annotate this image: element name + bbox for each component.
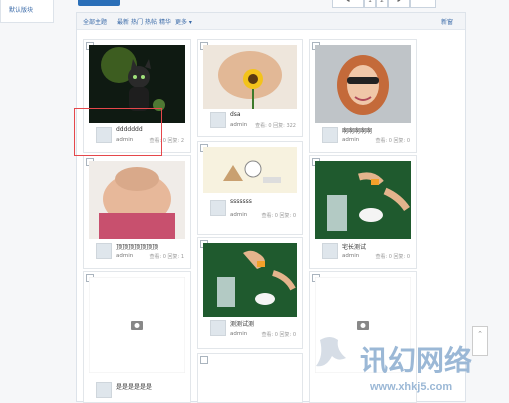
- pager-more[interactable]: [410, 0, 436, 8]
- sidebar-item-default-board[interactable]: 默认版块: [9, 5, 33, 14]
- pager-next[interactable]: ▸: [388, 0, 410, 8]
- thread-thumbnail[interactable]: [203, 147, 297, 193]
- new-window-toggle[interactable]: 新窗: [441, 17, 453, 26]
- image-placeholder: [89, 277, 185, 373]
- thread-title[interactable]: 是是是是是是: [116, 382, 152, 391]
- select-checkbox[interactable]: [200, 356, 208, 364]
- avatar[interactable]: [210, 200, 226, 216]
- thread-stats: 查看: 0 回复: 0: [375, 138, 411, 144]
- filter-essence[interactable]: 精华: [159, 17, 171, 26]
- thread-author[interactable]: admin: [230, 331, 247, 337]
- avatar[interactable]: [210, 320, 226, 336]
- filter-more[interactable]: 更多 ▾: [175, 17, 192, 26]
- thread-card[interactable]: sssssss admin 查看: 0 回复: 0: [197, 141, 303, 235]
- watermark-url: www.xhkj5.com: [369, 381, 452, 393]
- thread-title[interactable]: sssssss: [230, 198, 252, 205]
- thread-title[interactable]: 顶顶顶顶顶顶顶: [116, 242, 158, 251]
- thread-card[interactable]: 顶顶顶顶顶顶顶 admin 查看: 0 回复: 1: [83, 155, 191, 269]
- pager-1[interactable]: 1: [364, 0, 376, 8]
- filter-all[interactable]: 全部主题: [83, 17, 107, 26]
- thread-author[interactable]: admin: [342, 253, 359, 259]
- thread-card[interactable]: [197, 353, 303, 403]
- thread-thumbnail[interactable]: [203, 243, 297, 317]
- filter-bar: 全部主题 最新 热门 热帖 精华 更多 ▾ 新窗: [77, 13, 465, 30]
- thread-stats: 查看: 0 回复: 1: [149, 254, 185, 260]
- thread-thumbnail[interactable]: [315, 45, 411, 123]
- thread-thumbnail[interactable]: [203, 45, 297, 109]
- avatar[interactable]: [96, 243, 112, 259]
- watermark: 讯幻网络 www.xhkj5.com: [310, 330, 509, 400]
- thread-thumbnail[interactable]: [89, 161, 185, 239]
- avatar[interactable]: [96, 382, 112, 398]
- thread-stats: 查看: 0 回复: 0: [261, 213, 297, 219]
- thread-title[interactable]: 宅长测试: [342, 242, 366, 251]
- thread-card[interactable]: 是是是是是是: [83, 271, 191, 403]
- filter-hot[interactable]: 热门: [131, 17, 143, 26]
- thread-card[interactable]: 测测试测 admin 查看: 0 回复: 0: [197, 237, 303, 349]
- thread-stats: 查看: 0 回复: 0: [261, 332, 297, 338]
- thread-card[interactable]: dsa admin 查看: 0 回复: 322: [197, 39, 303, 137]
- watermark-text: 讯幻网络: [360, 344, 472, 376]
- highlight-box: [74, 108, 162, 156]
- thread-author[interactable]: admin: [230, 122, 247, 128]
- thread-stats: 查看: 0 回复: 322: [255, 123, 296, 129]
- thread-stats: 查看: 0 回复: 0: [375, 254, 411, 260]
- avatar[interactable]: [322, 127, 338, 143]
- thread-title[interactable]: dsa: [230, 111, 241, 118]
- filter-latest[interactable]: 最新: [117, 17, 129, 26]
- filter-popular[interactable]: 热帖: [145, 17, 157, 26]
- sidebar: 默认版块: [0, 0, 54, 23]
- watermark-logo-icon: 讯幻网络 www.xhkj5.com: [316, 337, 472, 393]
- thread-title[interactable]: 测测试测: [230, 319, 254, 328]
- thread-author[interactable]: admin: [116, 253, 133, 259]
- avatar[interactable]: [210, 112, 226, 128]
- avatar[interactable]: [322, 243, 338, 259]
- new-post-button[interactable]: [78, 0, 120, 6]
- pager-2[interactable]: 2: [376, 0, 388, 8]
- pager-prev[interactable]: ◂: [332, 0, 364, 8]
- thread-author[interactable]: admin: [230, 212, 247, 218]
- thread-author[interactable]: admin: [342, 137, 359, 143]
- thread-title[interactable]: 啊啊啊啊啊: [342, 126, 372, 135]
- thread-card[interactable]: 啊啊啊啊啊 admin 查看: 0 回复: 0: [309, 39, 417, 153]
- thread-card[interactable]: 宅长测试 admin 查看: 0 回复: 0: [309, 155, 417, 269]
- thread-thumbnail[interactable]: [315, 161, 411, 239]
